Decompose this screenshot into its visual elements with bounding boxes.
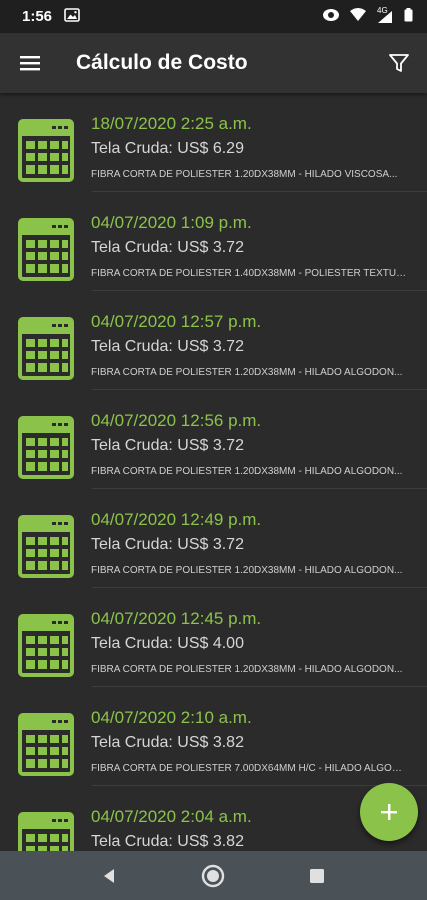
- system-navigation-bar: [0, 851, 427, 900]
- item-price: Tela Cruda: US$ 3.82: [91, 734, 244, 751]
- item-price: Tela Cruda: US$ 4.00: [91, 635, 244, 652]
- battery-icon: [404, 7, 413, 26]
- item-description: FIBRA CORTA DE POLIESTER 1.20DX38MM - HI…: [91, 466, 403, 477]
- app-bar: Cálculo de Costo: [0, 33, 427, 93]
- item-date: 04/07/2020 12:56 p.m.: [91, 411, 262, 430]
- item-date: 04/07/2020 12:45 p.m.: [91, 609, 262, 628]
- calculator-icon: [18, 515, 74, 578]
- nav-recents-button[interactable]: [297, 856, 337, 896]
- hamburger-menu-icon: [20, 56, 40, 71]
- list-item-text: 04/07/2020 1:09 p.m. Tela Cruda: US$ 3.7…: [91, 192, 411, 281]
- page-title: Cálculo de Costo: [76, 51, 248, 74]
- item-date: 18/07/2020 2:25 a.m.: [91, 114, 252, 133]
- item-date: 04/07/2020 1:09 p.m.: [91, 213, 252, 232]
- nav-home-button[interactable]: [193, 856, 233, 896]
- list-item-text: 04/07/2020 2:10 a.m. Tela Cruda: US$ 3.8…: [91, 687, 411, 776]
- item-description: FIBRA CORTA DE POLIESTER 1.20DX38MM - HI…: [91, 565, 403, 576]
- recents-square-icon: [310, 868, 325, 883]
- signal-icon: 4G: [376, 6, 394, 24]
- gallery-notification-icon: [64, 7, 80, 26]
- plus-icon: [381, 804, 397, 820]
- status-time: 1:56: [22, 8, 53, 25]
- status-right: 4G: [322, 6, 413, 26]
- calculator-icon: [18, 713, 74, 776]
- list-item[interactable]: 04/07/2020 12:56 p.m. Tela Cruda: US$ 3.…: [0, 390, 427, 489]
- list-item[interactable]: 04/07/2020 12:45 p.m. Tela Cruda: US$ 4.…: [0, 588, 427, 687]
- list-item-text: 04/07/2020 12:56 p.m. Tela Cruda: US$ 3.…: [91, 390, 411, 479]
- data-saver-icon: [322, 8, 340, 26]
- back-triangle-icon: [103, 868, 114, 883]
- item-price: Tela Cruda: US$ 6.29: [91, 140, 244, 157]
- list-item-text: 04/07/2020 12:45 p.m. Tela Cruda: US$ 4.…: [91, 588, 411, 677]
- item-date: 04/07/2020 12:49 p.m.: [91, 510, 262, 529]
- home-circle-icon: [202, 864, 225, 887]
- nav-back-button[interactable]: [90, 856, 130, 896]
- list-item-text: 18/07/2020 2:25 a.m. Tela Cruda: US$ 6.2…: [91, 93, 411, 182]
- calculator-icon: [18, 317, 74, 380]
- item-price: Tela Cruda: US$ 3.72: [91, 338, 244, 355]
- network-type-label: 4G: [377, 5, 388, 15]
- add-button[interactable]: [360, 783, 418, 841]
- list-item[interactable]: 18/07/2020 2:25 a.m. Tela Cruda: US$ 6.2…: [0, 93, 427, 192]
- item-description: FIBRA CORTA DE POLIESTER 1.40DX38MM - PO…: [91, 268, 407, 279]
- item-price: Tela Cruda: US$ 3.82: [91, 833, 244, 850]
- calculator-icon: [18, 218, 74, 281]
- wifi-icon: [350, 7, 366, 26]
- menu-button[interactable]: [18, 51, 42, 75]
- list-item[interactable]: 04/07/2020 2:10 a.m. Tela Cruda: US$ 3.8…: [0, 687, 427, 786]
- item-description: FIBRA CORTA DE POLIESTER 1.20DX38MM - HI…: [91, 367, 403, 378]
- item-description: FIBRA CORTA DE POLIESTER 1.20DX38MM - HI…: [91, 664, 403, 675]
- item-description: FIBRA CORTA DE POLIESTER 1.20DX38MM - HI…: [91, 169, 398, 180]
- item-date: 04/07/2020 2:10 a.m.: [91, 708, 252, 727]
- filter-icon: [389, 54, 409, 72]
- list-rows: 18/07/2020 2:25 a.m. Tela Cruda: US$ 6.2…: [0, 93, 427, 851]
- status-left: 1:56: [22, 7, 322, 26]
- item-date: 04/07/2020 12:57 p.m.: [91, 312, 262, 331]
- status-bar: 1:56 4G: [0, 0, 427, 33]
- list-item-text: 04/07/2020 12:49 p.m. Tela Cruda: US$ 3.…: [91, 489, 411, 578]
- list-item[interactable]: 04/07/2020 1:09 p.m. Tela Cruda: US$ 3.7…: [0, 192, 427, 291]
- list-item[interactable]: 04/07/2020 12:57 p.m. Tela Cruda: US$ 3.…: [0, 291, 427, 390]
- cost-calculation-list: 18/07/2020 2:25 a.m. Tela Cruda: US$ 6.2…: [0, 93, 427, 851]
- calculator-icon: [18, 614, 74, 677]
- calculator-icon: [18, 416, 74, 479]
- item-price: Tela Cruda: US$ 3.72: [91, 437, 244, 454]
- list-item[interactable]: 04/07/2020 12:49 p.m. Tela Cruda: US$ 3.…: [0, 489, 427, 588]
- list-item-text: 04/07/2020 12:57 p.m. Tela Cruda: US$ 3.…: [91, 291, 411, 380]
- calculator-icon: [18, 812, 74, 851]
- item-description: FIBRA CORTA DE POLIESTER 7.00DX64MM H/C …: [91, 763, 407, 774]
- item-price: Tela Cruda: US$ 3.72: [91, 536, 244, 553]
- item-price: Tela Cruda: US$ 3.72: [91, 239, 244, 256]
- calculator-icon: [18, 119, 74, 182]
- filter-button[interactable]: [385, 49, 413, 77]
